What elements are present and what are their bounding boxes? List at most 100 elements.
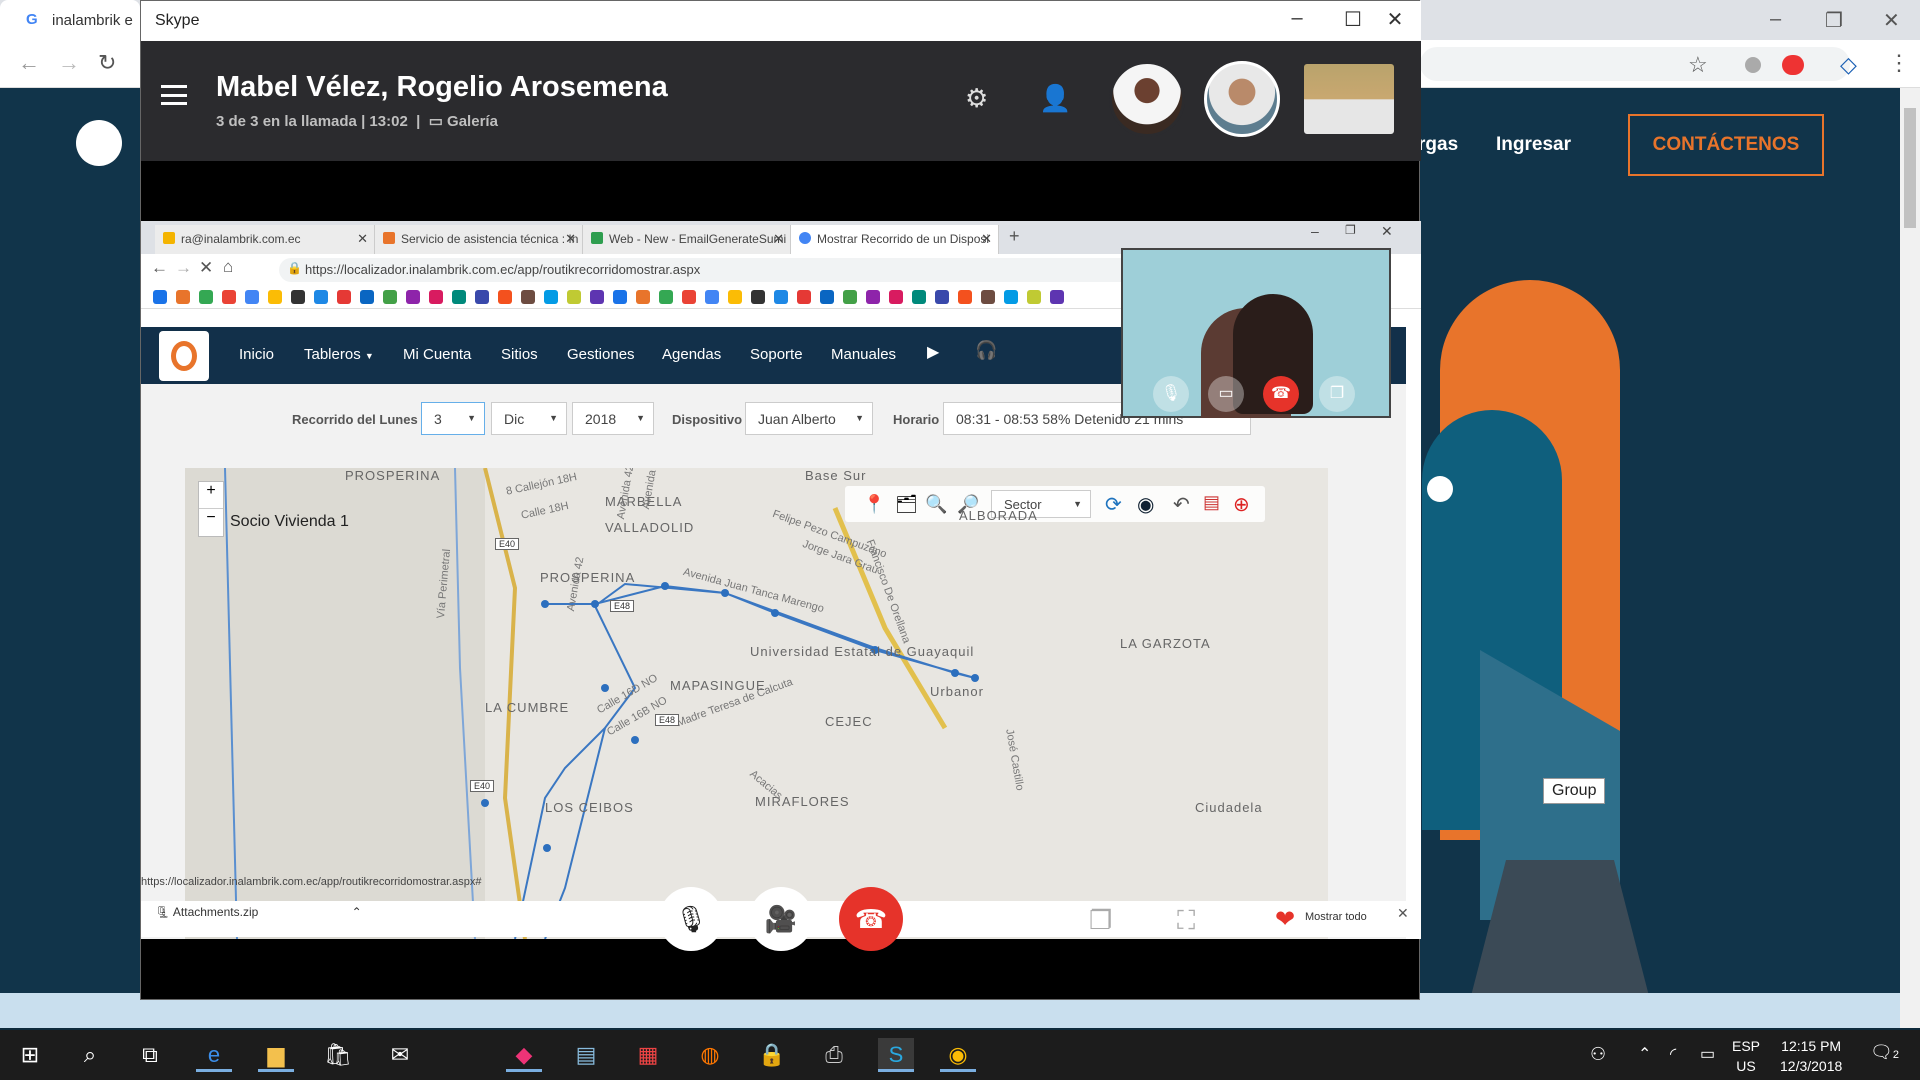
- battery-icon[interactable]: ▭: [1700, 1044, 1715, 1064]
- nav-mi-cuenta[interactable]: Mi Cuenta: [403, 346, 471, 363]
- self-popout-icon[interactable]: ❐: [1319, 376, 1355, 412]
- task-view-icon[interactable]: ⧉: [132, 1038, 168, 1072]
- shared-back-icon[interactable]: ←: [151, 258, 168, 278]
- bookmark-icon[interactable]: [613, 290, 627, 304]
- add-participant-icon[interactable]: 👤: [1039, 83, 1071, 114]
- refresh-icon[interactable]: ⟳: [1105, 492, 1122, 517]
- download-item[interactable]: 🗜 Attachments.zip ⌃: [155, 905, 362, 919]
- forward-icon[interactable]: →: [58, 50, 80, 76]
- app-diamond-icon[interactable]: ◆: [506, 1038, 542, 1072]
- windows-start-icon[interactable]: ⊞: [12, 1038, 48, 1072]
- bookmark-icon[interactable]: [475, 290, 489, 304]
- compass-icon[interactable]: ◍: [692, 1038, 728, 1072]
- edge-icon[interactable]: e: [196, 1038, 232, 1072]
- settings-gear-icon[interactable]: ⚙: [965, 83, 988, 114]
- hamburger-menu-icon[interactable]: [161, 85, 187, 105]
- back-icon[interactable]: ←: [18, 50, 40, 76]
- participant-avatar-rogelio[interactable]: [1204, 61, 1280, 137]
- bookmark-icon[interactable]: [383, 290, 397, 304]
- self-hangup-icon[interactable]: ☎: [1263, 376, 1299, 412]
- clock[interactable]: 12:15 PM 12/3/2018: [1780, 1036, 1842, 1076]
- snapshot-icon[interactable]: ⛶: [1177, 905, 1195, 937]
- skype-maximize-icon[interactable]: ☐: [1333, 7, 1373, 32]
- zoom-out-icon[interactable]: −: [199, 509, 223, 527]
- share-screen-icon[interactable]: ❐: [1089, 905, 1112, 936]
- shared-minimize-icon[interactable]: –: [1311, 223, 1319, 239]
- bookmark-icon[interactable]: [1004, 290, 1018, 304]
- participant-avatar-mabel[interactable]: [1109, 61, 1185, 137]
- search-icon[interactable]: ⌕: [72, 1038, 108, 1072]
- chrome-icon[interactable]: ◉: [940, 1038, 976, 1072]
- stop-loading-icon[interactable]: ✕: [199, 258, 213, 278]
- day-select[interactable]: 3 ▼: [421, 402, 485, 435]
- nav-recargas[interactable]: rgas: [1418, 134, 1458, 155]
- tab-close-icon[interactable]: ✕: [773, 231, 784, 247]
- restore-icon[interactable]: ❐: [1825, 8, 1843, 33]
- pdf-icon[interactable]: ▤: [1203, 492, 1220, 513]
- bookmark-icon[interactable]: [406, 290, 420, 304]
- bookmark-icon[interactable]: [337, 290, 351, 304]
- shared-forward-icon[interactable]: →: [175, 258, 192, 278]
- nav-sitios[interactable]: Sitios: [501, 346, 538, 363]
- printer-icon[interactable]: ⎙: [816, 1038, 852, 1072]
- home-icon[interactable]: ⌂: [223, 257, 233, 277]
- bookmark-icon[interactable]: [866, 290, 880, 304]
- pdf-reader-icon[interactable]: ▦: [630, 1038, 666, 1072]
- youtube-icon[interactable]: ▶: [927, 342, 939, 362]
- zoom-in-tool-icon[interactable]: 🔍: [925, 494, 947, 515]
- store-icon[interactable]: 🛍: [320, 1038, 356, 1072]
- bookmark-icon[interactable]: [659, 290, 673, 304]
- language-indicator[interactable]: ESP US: [1732, 1036, 1760, 1076]
- tab-close-icon[interactable]: ✕: [565, 231, 576, 247]
- vpn-lock-icon[interactable]: 🔒: [754, 1038, 790, 1072]
- bookmark-icon[interactable]: [728, 290, 742, 304]
- mail-icon[interactable]: ✉: [382, 1038, 418, 1072]
- wifi-icon[interactable]: ◜: [1670, 1044, 1676, 1064]
- bookmark-icon[interactable]: [774, 290, 788, 304]
- gallery-icon[interactable]: ▭: [429, 113, 443, 130]
- contact-button[interactable]: CONTÁCTENOS: [1628, 114, 1824, 176]
- layers-icon[interactable]: 🗂: [895, 494, 918, 515]
- new-tab-icon[interactable]: +: [1009, 226, 1020, 247]
- bookmark-icon[interactable]: [498, 290, 512, 304]
- bookmark-icon[interactable]: [1027, 290, 1041, 304]
- people-icon[interactable]: ⚇: [1590, 1044, 1606, 1065]
- nav-tableros[interactable]: Tableros ▼: [304, 346, 374, 363]
- toggle-video-button[interactable]: 🎥: [749, 887, 813, 951]
- bookmark-icon[interactable]: [153, 290, 167, 304]
- tab-close-icon[interactable]: ✕: [981, 231, 992, 247]
- nav-soporte[interactable]: Soporte: [750, 346, 803, 363]
- month-select[interactable]: Dic ▼: [491, 402, 567, 435]
- bookmark-icon[interactable]: [360, 290, 374, 304]
- add-circle-icon[interactable]: ⊕: [1233, 492, 1250, 517]
- close-icon[interactable]: ✕: [1883, 8, 1900, 33]
- shared-tab-2[interactable]: Servicio de asistencia técnica : In ✕: [375, 225, 583, 254]
- pin-icon[interactable]: 📍: [863, 494, 885, 515]
- bookmark-icon[interactable]: [958, 290, 972, 304]
- shared-tab-3[interactable]: Web - New - EmailGenerateSumi ✕: [583, 225, 791, 254]
- action-center-icon[interactable]: 🗨2: [1870, 1042, 1899, 1063]
- nav-manuales[interactable]: Manuales: [831, 346, 896, 363]
- shared-tab-1[interactable]: ra@inalambrik.com.ec ✕: [155, 225, 375, 254]
- nav-ingresar[interactable]: Ingresar: [1496, 134, 1571, 156]
- bookmark-icon[interactable]: [291, 290, 305, 304]
- undo-icon[interactable]: ↶: [1173, 492, 1190, 517]
- bookmark-icon[interactable]: [981, 290, 995, 304]
- mute-mic-button[interactable]: 🎙: [659, 887, 723, 951]
- participant-video-thumbnail[interactable]: [1301, 61, 1397, 137]
- bookmark-icon[interactable]: [682, 290, 696, 304]
- skype-icon[interactable]: S: [878, 1038, 914, 1072]
- bookmark-icon[interactable]: [1050, 290, 1064, 304]
- bookmark-icon[interactable]: [176, 290, 190, 304]
- bookmark-icon[interactable]: [567, 290, 581, 304]
- minimize-icon[interactable]: –: [1770, 8, 1781, 31]
- extension-icon[interactable]: [1745, 57, 1761, 73]
- extension-badge-icon[interactable]: [1782, 55, 1804, 75]
- reload-icon[interactable]: ↻: [98, 50, 116, 76]
- tray-chevron-icon[interactable]: ⌃: [1638, 1044, 1651, 1064]
- page-scrollbar[interactable]: [1900, 88, 1920, 1028]
- bookmark-icon[interactable]: [314, 290, 328, 304]
- bookmark-icon[interactable]: [935, 290, 949, 304]
- chevron-up-icon[interactable]: ⌃: [352, 905, 362, 919]
- view-mode-label[interactable]: Galería: [447, 113, 498, 130]
